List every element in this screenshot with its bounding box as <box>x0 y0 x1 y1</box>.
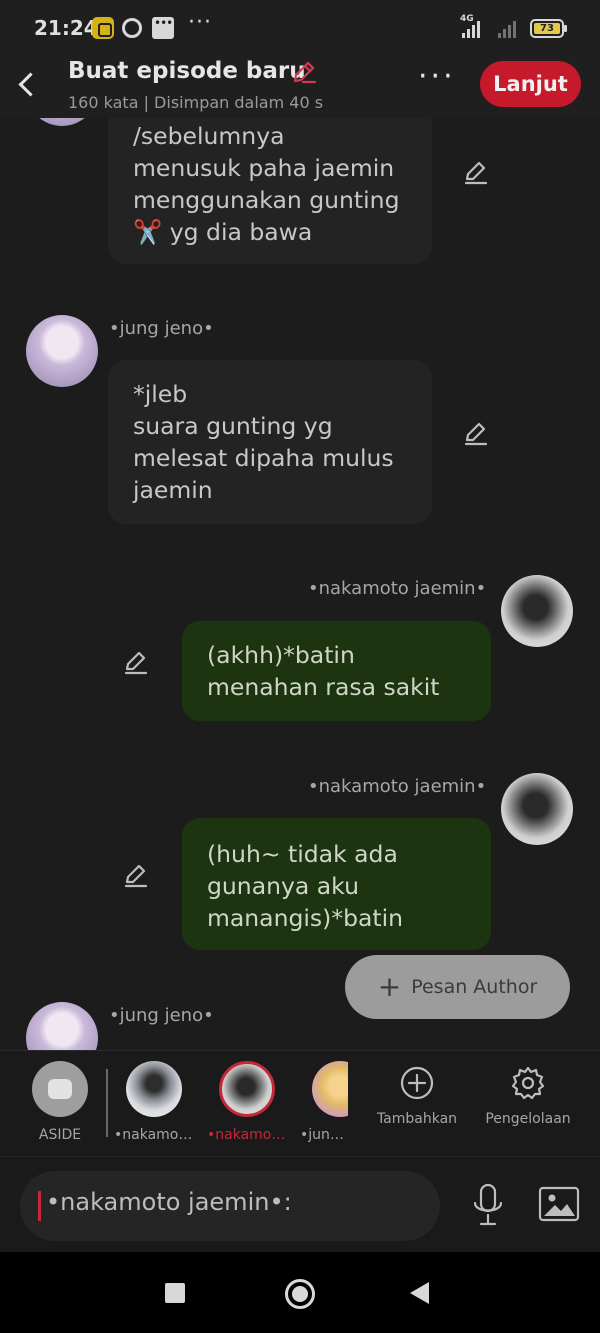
home-button[interactable] <box>285 1279 315 1309</box>
word-count-status: 160 kata | Disimpan dalam 40 s <box>68 93 324 112</box>
avatar-jung-jeno[interactable] <box>26 315 98 387</box>
add-label: Tambahkan <box>376 1111 458 1127</box>
battery-level: 73 <box>534 23 560 34</box>
avatar-nakamoto-jaemin[interactable] <box>501 773 573 845</box>
system-nav-bar <box>0 1252 600 1333</box>
edit-message-icon[interactable] <box>462 419 490 447</box>
pencil-icon[interactable] <box>290 58 318 86</box>
edit-message-icon[interactable] <box>122 861 150 889</box>
text-caret <box>38 1191 41 1221</box>
sender-name: •nakamoto jaemin• <box>308 578 487 599</box>
system-back-button[interactable] <box>410 1282 429 1304</box>
character-label: •nakamoto jaemin• <box>207 1127 287 1143</box>
avatar <box>219 1061 275 1117</box>
message-bubble[interactable]: (huh~ tidak ada gunanya aku manangis)*ba… <box>182 818 491 950</box>
chat-notification-icon <box>122 18 142 38</box>
character-label: •nakamoto jaemin• <box>114 1127 194 1143</box>
message-input[interactable]: •nakamoto jaemin•: <box>20 1171 440 1241</box>
add-character-button[interactable]: Tambahkan <box>372 1065 462 1127</box>
divider <box>106 1069 108 1137</box>
avatar <box>312 1061 348 1117</box>
status-time: 21:24 <box>34 16 98 40</box>
app-notification-icon <box>92 17 114 39</box>
message-bubble[interactable]: (akhh)*batin menahan rasa sakit <box>182 621 491 721</box>
manage-label: Pengelolaan <box>485 1111 571 1127</box>
character-label: •jung sh <box>300 1127 348 1143</box>
character-nakamoto-jaemin-2[interactable]: •nakamoto jaemin• <box>207 1061 287 1143</box>
plus-circle-icon <box>400 1066 434 1100</box>
image-icon[interactable] <box>538 1185 580 1223</box>
avatar-nakamoto-jaemin[interactable] <box>501 575 573 647</box>
signal-icon <box>462 18 480 38</box>
message-bubble[interactable]: /sebelumnya menusuk paha jaemin mengguna… <box>108 118 432 264</box>
sender-name: •jung jeno• <box>109 318 214 339</box>
more-options-button[interactable]: ··· <box>418 62 456 92</box>
message-input-value: •nakamoto jaemin•: <box>46 1188 292 1216</box>
more-notifications-icon: ··· <box>188 10 212 35</box>
author-message-button[interactable]: + Pesan Author <box>345 955 570 1019</box>
character-jung-sh[interactable]: •jung sh <box>300 1061 348 1143</box>
character-nakamoto-jaemin-1[interactable]: •nakamoto jaemin• <box>114 1061 194 1143</box>
plus-icon: + <box>377 970 402 1003</box>
sender-name: •nakamoto jaemin• <box>308 776 487 797</box>
back-button[interactable] <box>14 64 42 104</box>
recents-button[interactable] <box>165 1283 185 1303</box>
composer: •nakamoto jaemin•: <box>0 1156 600 1252</box>
character-aside[interactable]: ASIDE <box>20 1061 100 1143</box>
status-bar: 21:24 ··· 4G 73 <box>0 0 600 56</box>
message-notification-icon <box>152 16 174 39</box>
sender-name: •jung jeno• <box>109 1005 214 1026</box>
battery-icon: 73 <box>530 19 567 38</box>
character-label: ASIDE <box>38 1127 82 1143</box>
app-header: Buat episode baru 160 kata | Disimpan da… <box>0 56 600 118</box>
manage-button[interactable]: Pengelolaan <box>480 1065 576 1127</box>
edit-message-icon[interactable] <box>122 648 150 676</box>
signal-icon-2 <box>498 18 516 38</box>
chat-area[interactable]: /sebelumnya menusuk paha jaemin mengguna… <box>0 118 600 1050</box>
edit-message-icon[interactable] <box>462 158 490 186</box>
page-title: Buat episode baru <box>68 58 306 84</box>
avatar <box>26 118 98 126</box>
character-selector: ASIDE •nakamoto jaemin• •nakamoto jaemin… <box>0 1050 600 1156</box>
microphone-icon[interactable] <box>470 1183 506 1227</box>
message-bubble[interactable]: *jleb suara gunting yg melesat dipaha mu… <box>108 360 432 524</box>
aside-icon <box>32 1061 88 1117</box>
gear-icon <box>511 1066 545 1100</box>
continue-button[interactable]: Lanjut <box>480 61 581 107</box>
author-message-label: Pesan Author <box>411 976 538 998</box>
avatar-jung-jeno[interactable] <box>26 1002 98 1050</box>
avatar <box>126 1061 182 1117</box>
